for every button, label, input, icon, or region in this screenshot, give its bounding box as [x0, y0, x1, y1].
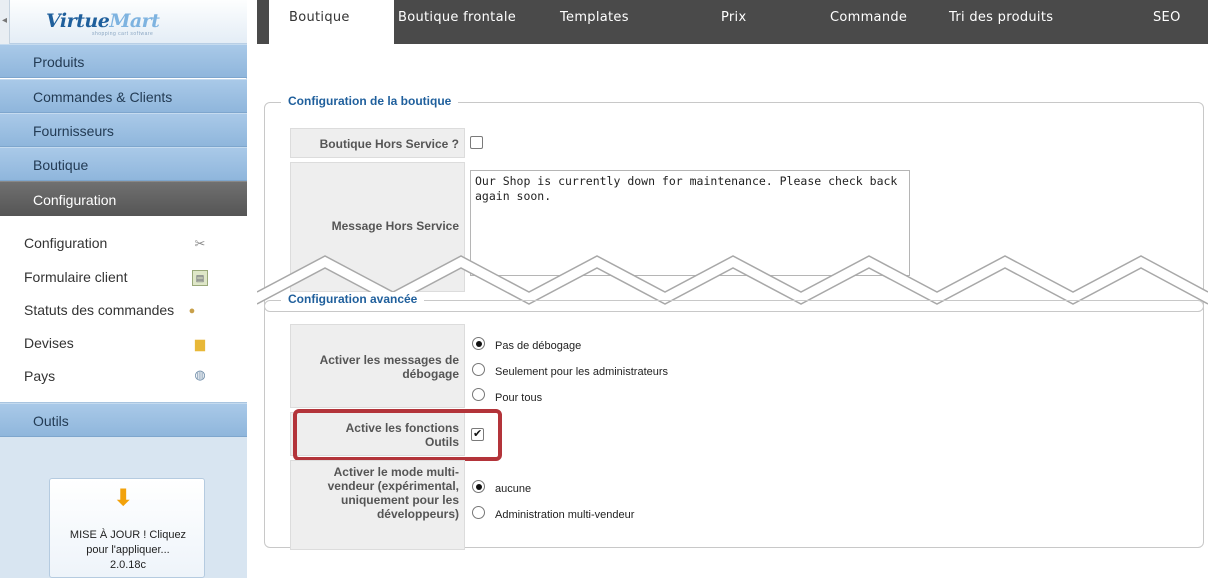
- main-content: Configuration de la boutique Boutique Ho…: [257, 44, 1208, 578]
- tab-tri-produits[interactable]: Tri des produits: [949, 0, 1053, 44]
- debug-option-admins-label: Seulement pour les administrateurs: [495, 366, 669, 378]
- globe-icon: ◍: [194, 367, 206, 382]
- multivendor-radio-admin[interactable]: [472, 506, 485, 519]
- submenu-item-statuts-commandes[interactable]: Statuts des commandes: [24, 302, 174, 318]
- debug-option-all-label: Pour tous: [495, 392, 543, 404]
- logo: VirtueMart: [46, 10, 160, 32]
- download-arrow-icon: ⬇: [114, 485, 133, 510]
- coins-icon: ▆: [195, 336, 205, 351]
- nav-configuration[interactable]: Configuration: [0, 181, 247, 217]
- chevron-left-icon: ◂: [2, 15, 8, 26]
- submenu-item-devises[interactable]: Devises: [24, 335, 74, 351]
- nav-produits[interactable]: Produits: [0, 44, 247, 78]
- logo-area[interactable]: VirtueMart shopping cart software: [10, 0, 247, 44]
- debug-option-none-label: Pas de débogage: [495, 340, 582, 352]
- update-text: MISE À JOUR ! Cliquez pour l'appliquer..…: [69, 529, 187, 571]
- submenu-item-pays[interactable]: Pays: [24, 368, 55, 384]
- tab-commande[interactable]: Commande: [830, 0, 907, 44]
- debug-label: Activer les messages de débogage: [290, 324, 465, 408]
- tab-boutique-frontale[interactable]: Boutique frontale: [398, 0, 516, 44]
- multivendor-label: Activer le mode multi- vendeur (expérime…: [290, 460, 465, 550]
- debug-radio-none[interactable]: [472, 337, 485, 350]
- configuration-submenu: Configuration ✂ Formulaire client ▤ Stat…: [0, 216, 247, 402]
- top-tab-bar: Boutique Boutique frontale Templates Pri…: [257, 0, 1208, 44]
- multivendor-option-admin-label: Administration multi-vendeur: [495, 509, 635, 521]
- advanced-config-legend: Configuration avancée: [281, 292, 425, 306]
- submenu-item-configuration[interactable]: Configuration: [24, 235, 107, 251]
- sidebar: ◂ VirtueMart shopping cart software Prod…: [0, 0, 247, 578]
- submenu-item-formulaire-client[interactable]: Formulaire client: [24, 269, 127, 285]
- tab-templates[interactable]: Templates: [560, 0, 629, 44]
- nav-fournisseurs[interactable]: Fournisseurs: [0, 113, 247, 147]
- tab-seo[interactable]: SEO: [1153, 0, 1181, 44]
- tab-boutique[interactable]: Boutique: [269, 0, 394, 44]
- debug-radio-admins[interactable]: [472, 363, 485, 376]
- form-icon: ▤: [192, 270, 208, 286]
- tab-prix[interactable]: Prix: [721, 0, 746, 44]
- logo-subtitle: shopping cart software: [92, 31, 154, 37]
- nav-boutique[interactable]: Boutique: [0, 147, 247, 181]
- multivendor-option-none-label: aucune: [495, 483, 532, 495]
- tools-icon: ✂: [194, 236, 206, 251]
- multivendor-radio-none[interactable]: [472, 480, 485, 493]
- highlight-box: [293, 409, 502, 461]
- sidebar-collapse-toggle[interactable]: ◂: [0, 0, 10, 44]
- status-icon: ●: [188, 305, 196, 317]
- nav-outils[interactable]: Outils: [0, 403, 247, 437]
- nav-commandes-clients[interactable]: Commandes & Clients: [0, 79, 247, 113]
- debug-radio-all[interactable]: [472, 388, 485, 401]
- update-notice[interactable]: ⬇ MISE À JOUR ! Cliquez pour l'appliquer…: [49, 478, 205, 578]
